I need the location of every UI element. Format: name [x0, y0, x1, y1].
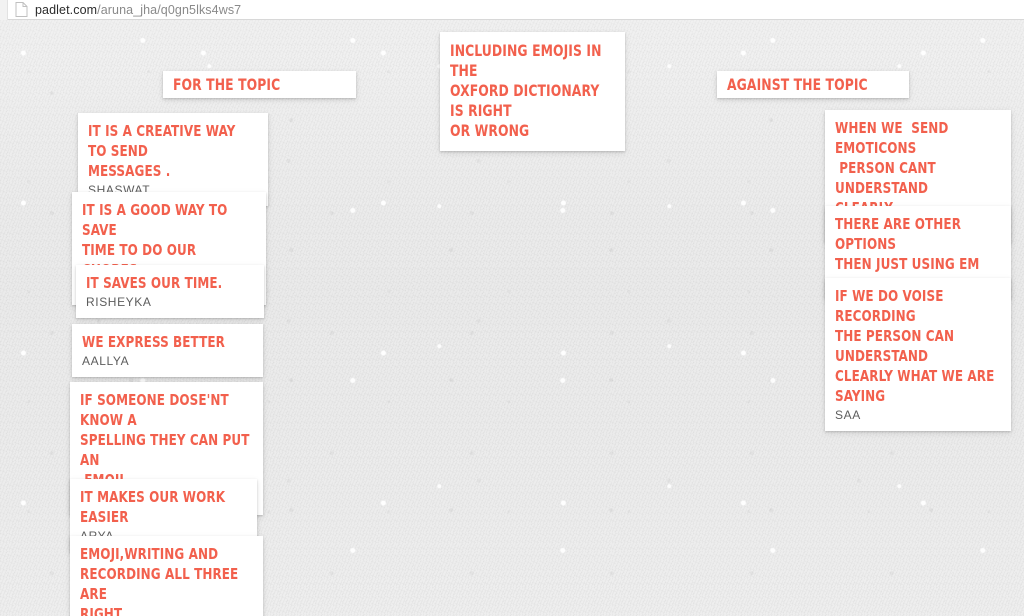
column-header-for-the-topic[interactable]: FOR THE TOPIC — [163, 71, 356, 98]
chrome-left-strip — [0, 0, 8, 20]
post-card[interactable]: WE EXPRESS BETTER AALLYA — [72, 324, 263, 377]
post-text: WE EXPRESS BETTER — [82, 333, 226, 351]
post-card[interactable]: EMOJI,WRITING AND RECORDING ALL THREE AR… — [70, 536, 263, 616]
column-header-label: AGAINST THE TOPIC — [727, 75, 868, 94]
url-path: /aruna_jha/q0gn5lks4ws7 — [97, 2, 242, 17]
post-author: AALLYA — [82, 354, 130, 368]
post-text: IT IS A CREATIVE WAY TO SEND MESSAGES . — [88, 122, 236, 180]
post-text: IF WE DO VOISE RECORDING THE PERSON CAN … — [835, 287, 995, 405]
padlet-board[interactable]: INCLUDING EMOJIS IN THE OXFORD DICTIONAR… — [0, 20, 1024, 616]
post-text: IT SAVES OUR TIME. — [86, 274, 223, 292]
post-text: EMOJI,WRITING AND RECORDING ALL THREE AR… — [80, 545, 239, 616]
post-text: THERE ARE OTHER OPTIONS THEN JUST USING … — [835, 215, 980, 273]
url-host: padlet.com — [35, 2, 98, 17]
browser-chrome: padlet.com/aruna_jha/q0gn5lks4ws7 — [0, 0, 1024, 20]
post-card[interactable]: IT SAVES OUR TIME. RISHEYKA — [76, 265, 264, 318]
post-text: IT MAKES OUR WORK EASIER — [80, 488, 230, 526]
post-card[interactable]: IF WE DO VOISE RECORDING THE PERSON CAN … — [825, 278, 1011, 431]
url-bar[interactable]: padlet.com/aruna_jha/q0gn5lks4ws7 — [35, 0, 241, 20]
page-icon — [15, 2, 28, 17]
post-author: RISHEYKA — [86, 295, 152, 309]
column-header-against-the-topic[interactable]: AGAINST THE TOPIC — [717, 71, 909, 98]
board-title-card[interactable]: INCLUDING EMOJIS IN THE OXFORD DICTIONAR… — [440, 32, 625, 151]
column-header-label: FOR THE TOPIC — [173, 75, 281, 94]
board-title-text: INCLUDING EMOJIS IN THE OXFORD DICTIONAR… — [450, 41, 602, 140]
post-author: SAA — [835, 408, 861, 422]
post-text: IF SOMEONE DOSE'NT KNOW A SPELLING THEY … — [80, 391, 250, 489]
post-text: WHEN WE SEND EMOTICONS PERSON CANT UNDER… — [835, 119, 949, 217]
